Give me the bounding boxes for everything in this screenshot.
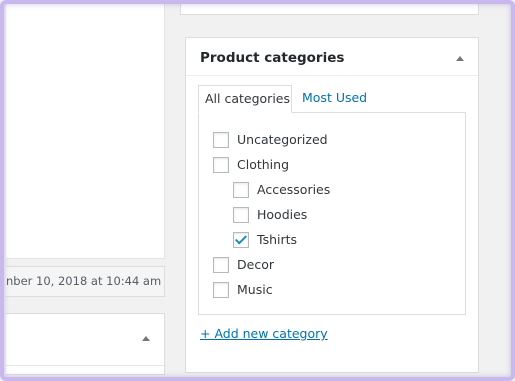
- left-editor-panel: [6, 0, 165, 259]
- header-divider: [186, 75, 478, 76]
- product-categories-metabox: Product categories All categories Most U…: [185, 37, 479, 373]
- category-item-hoodies[interactable]: Hoodies: [233, 205, 307, 225]
- checkmark-icon: [234, 231, 248, 245]
- category-item-clothing[interactable]: Clothing: [213, 155, 289, 175]
- category-item-decor[interactable]: Decor: [213, 255, 274, 275]
- category-checklist: Uncategorized Clothing Accessories Hoodi…: [198, 112, 466, 315]
- category-item-music[interactable]: Music: [213, 280, 273, 300]
- checkbox[interactable]: [213, 256, 229, 273]
- last-edited-timestamp: nber 10, 2018 at 10:44 am: [6, 266, 165, 297]
- top-metabox-edge: [180, 0, 479, 15]
- category-label: Uncategorized: [237, 132, 328, 147]
- checkbox[interactable]: [213, 281, 229, 298]
- collapse-toggle-icon[interactable]: [456, 56, 464, 61]
- checkbox[interactable]: [233, 181, 249, 198]
- checkbox[interactable]: [213, 131, 229, 148]
- metabox-title: Product categories: [200, 50, 345, 66]
- left-metabox: [6, 313, 165, 375]
- category-label: Tshirts: [257, 232, 298, 247]
- tab-all-categories[interactable]: All categories: [198, 85, 292, 113]
- category-label: Hoodies: [257, 207, 308, 222]
- category-item-accessories[interactable]: Accessories: [233, 180, 330, 200]
- add-new-category-link[interactable]: + Add new category: [200, 326, 328, 341]
- category-item-uncategorized[interactable]: Uncategorized: [213, 130, 328, 150]
- checkbox[interactable]: [233, 206, 249, 223]
- timestamp-text: nber 10, 2018 at 10:44 am: [6, 274, 162, 288]
- category-label: Clothing: [237, 157, 290, 172]
- category-item-tshirts[interactable]: Tshirts: [233, 230, 297, 250]
- checkbox[interactable]: [213, 156, 229, 173]
- collapse-toggle-icon[interactable]: [142, 336, 150, 341]
- category-label: Decor: [237, 257, 274, 272]
- checkbox-checked[interactable]: [233, 231, 249, 248]
- category-label: Accessories: [257, 182, 331, 197]
- metabox-divider: [6, 365, 164, 366]
- category-label: Music: [237, 282, 273, 297]
- tab-most-used[interactable]: Most Used: [302, 85, 367, 113]
